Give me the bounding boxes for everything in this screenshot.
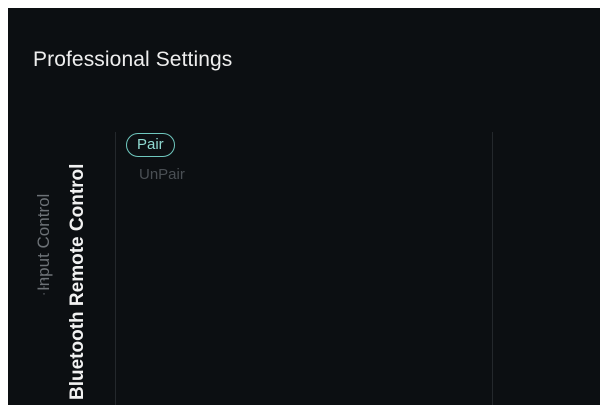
pair-button[interactable]: Pair bbox=[126, 133, 175, 157]
tv-settings-screen: Professional Settings · · · Input Control … bbox=[8, 8, 600, 405]
bluetooth-remote-menu: Pair UnPair bbox=[126, 133, 185, 186]
breadcrumb: · · · Input Control Bluetooth Remote Contr… bbox=[8, 128, 116, 405]
breadcrumb-previous-input-control[interactable]: Input Control bbox=[34, 194, 54, 291]
right-divider bbox=[492, 132, 493, 405]
unpair-button[interactable]: UnPair bbox=[126, 166, 185, 183]
page-title: Professional Settings bbox=[33, 48, 233, 71]
breadcrumb-current-bluetooth-remote-control: Bluetooth Remote Control bbox=[67, 163, 88, 400]
left-divider bbox=[115, 132, 116, 405]
